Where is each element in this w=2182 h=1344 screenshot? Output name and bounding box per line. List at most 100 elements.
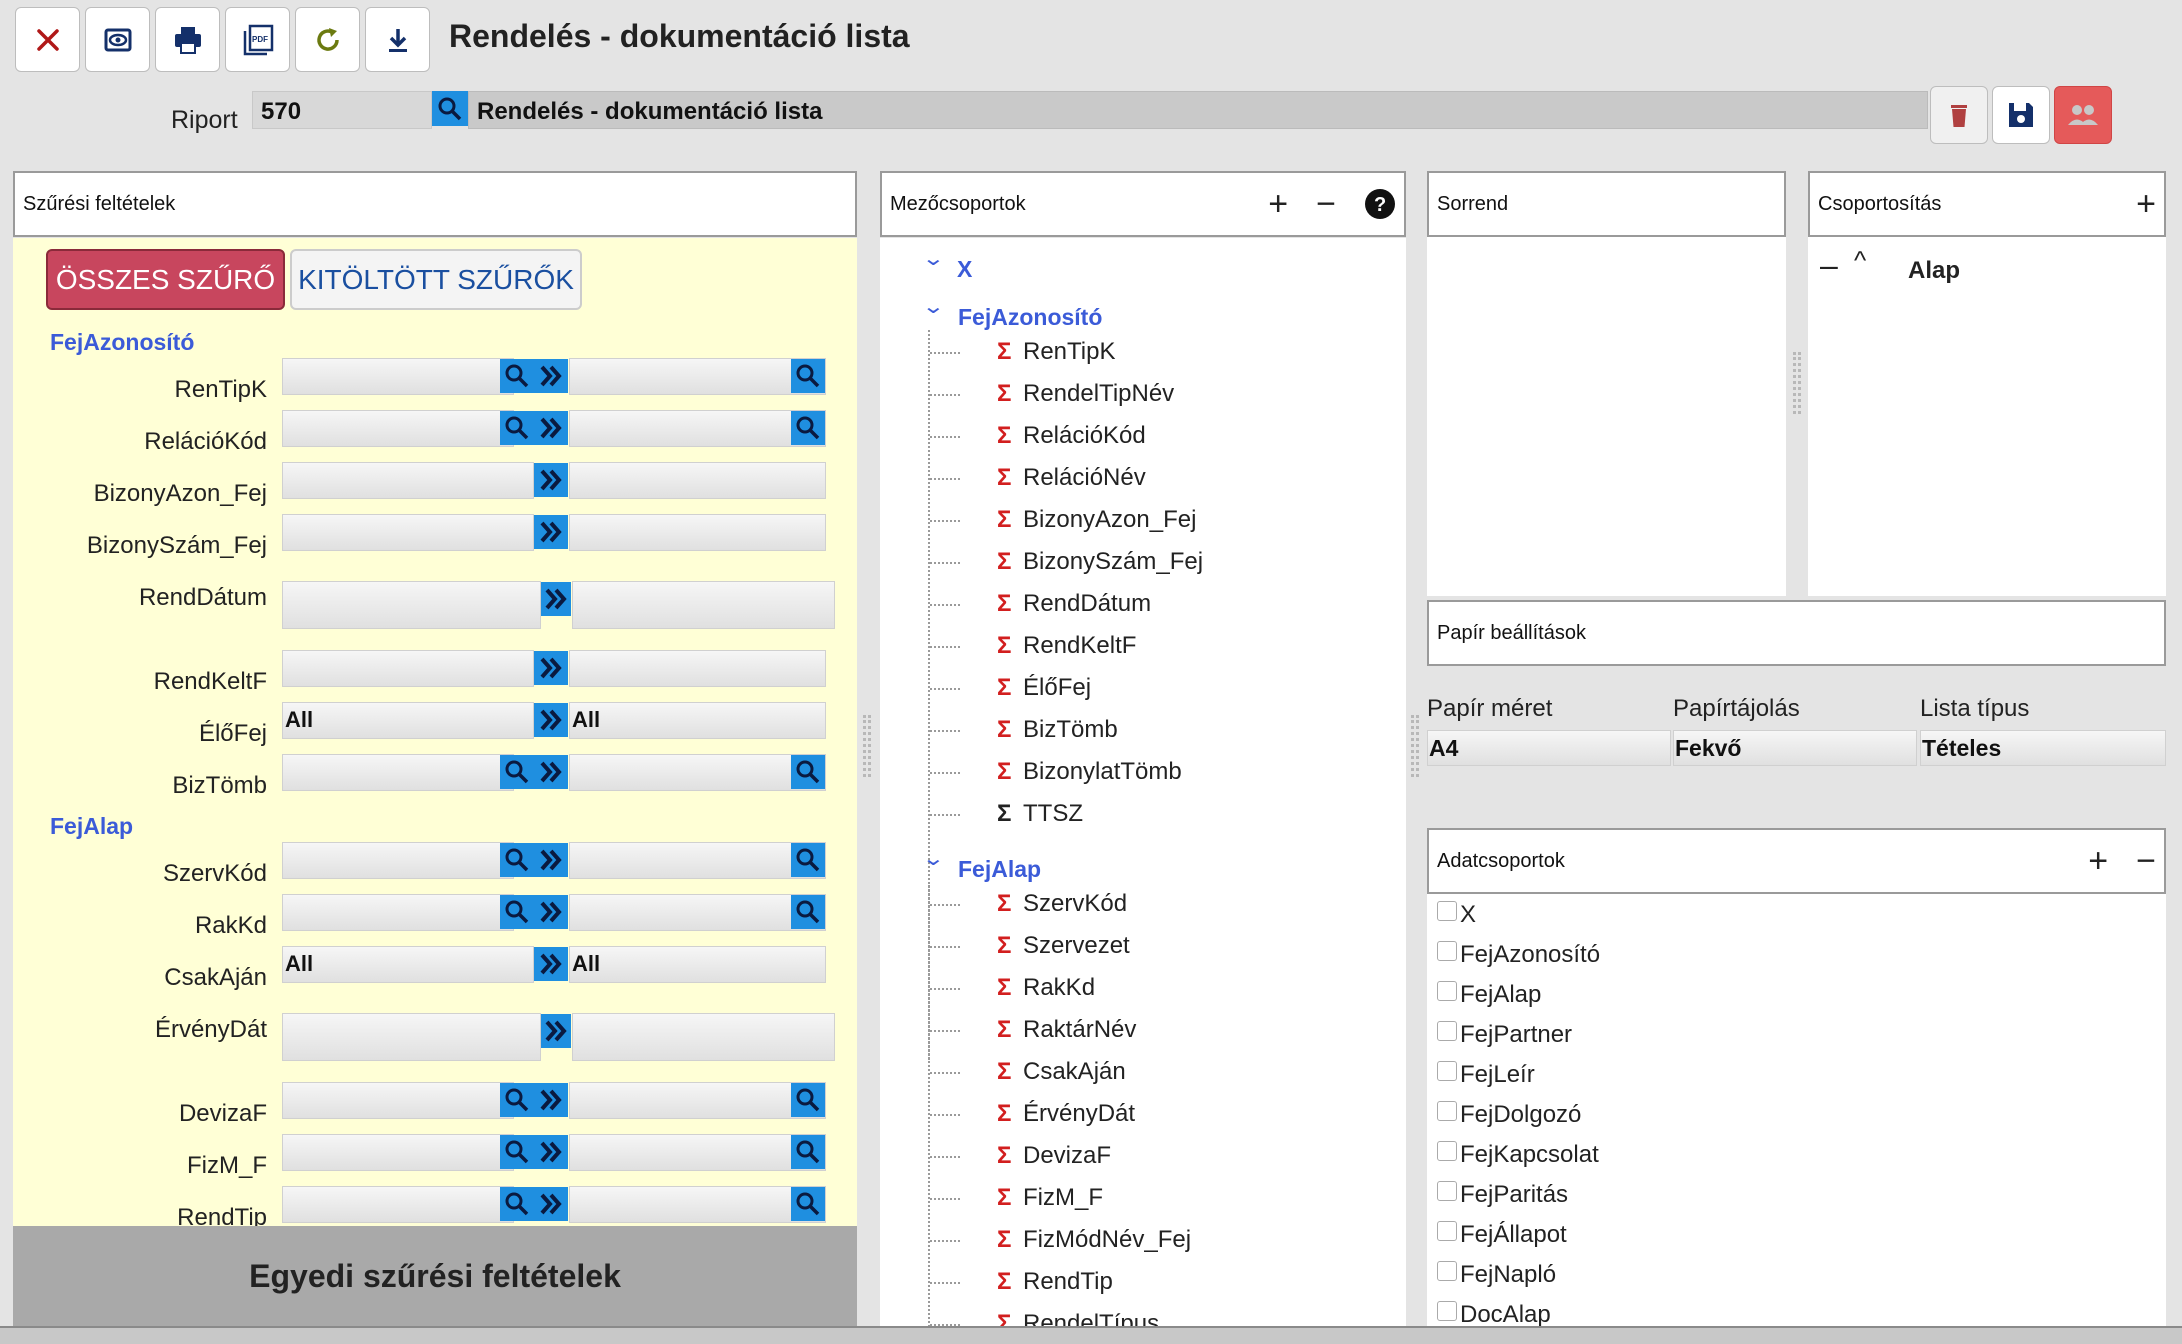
tree-item[interactable]: Σ FizM_F: [997, 1184, 1103, 1212]
filter-search-button[interactable]: [791, 843, 825, 877]
riport-search-button[interactable]: [432, 91, 468, 126]
filter-copy-button[interactable]: [534, 1083, 568, 1117]
filter-input-from[interactable]: [282, 1134, 514, 1171]
filter-search-button[interactable]: [500, 411, 534, 445]
paper-orientation-select[interactable]: Fekvő: [1673, 730, 1917, 766]
riport-name-field[interactable]: Rendelés - dokumentáció lista: [468, 91, 1928, 129]
tree-item[interactable]: Σ RendelTipNév: [997, 380, 1174, 408]
checkbox[interactable]: [1437, 981, 1457, 1001]
tree-item[interactable]: Σ BizonylatTömb: [997, 758, 1182, 786]
tree-item[interactable]: Σ RakKd: [997, 974, 1095, 1002]
tree-item[interactable]: Σ Szervezet: [997, 932, 1130, 960]
filter-search-button[interactable]: [500, 1135, 534, 1169]
filter-search-button[interactable]: [791, 411, 825, 445]
checkbox[interactable]: [1437, 1021, 1457, 1041]
riport-code-field[interactable]: 570: [252, 91, 432, 129]
custom-filters-button[interactable]: Egyedi szűrési feltételek: [13, 1226, 857, 1326]
tree-item[interactable]: Σ RendDátum: [997, 590, 1151, 618]
filter-input-from[interactable]: [282, 842, 514, 879]
filter-search-button[interactable]: [500, 1083, 534, 1117]
splitter-handle[interactable]: [863, 715, 871, 777]
filter-select-from[interactable]: All: [282, 946, 534, 983]
grouping-item[interactable]: Alap: [1908, 257, 1960, 285]
tree-item[interactable]: Σ ÉrvényDát: [997, 1100, 1135, 1128]
save-button[interactable]: [1992, 86, 2050, 144]
tree-item[interactable]: Σ RendelTípus: [997, 1310, 1159, 1326]
filter-select-from[interactable]: All: [282, 702, 534, 739]
tree-item[interactable]: Σ RenTipK: [997, 338, 1115, 366]
chevron-down-icon[interactable]: ⌄: [922, 294, 945, 319]
filter-input-from[interactable]: [282, 894, 514, 931]
filter-input-to[interactable]: [569, 1186, 826, 1223]
filter-input-from[interactable]: [282, 650, 534, 687]
filter-date-to[interactable]: [572, 581, 835, 629]
filter-copy-button[interactable]: [534, 703, 568, 737]
checkbox[interactable]: [1437, 1221, 1457, 1241]
remove-icon[interactable]: –: [1820, 247, 1838, 284]
chevron-down-icon[interactable]: ⌄: [922, 846, 945, 871]
tree-group-fejalap[interactable]: FejAlap: [958, 856, 1041, 883]
filter-copy-button[interactable]: [534, 515, 568, 549]
filter-input-from[interactable]: [282, 410, 514, 447]
tree-item[interactable]: Σ RendTip: [997, 1268, 1113, 1296]
filter-input-to[interactable]: [569, 842, 826, 879]
filter-copy-button[interactable]: [534, 1187, 568, 1221]
filter-input-from[interactable]: [282, 462, 534, 499]
filter-input-to[interactable]: [569, 1082, 826, 1119]
filter-search-button[interactable]: [500, 359, 534, 393]
help-icon[interactable]: ?: [1364, 188, 1396, 220]
filter-input-to[interactable]: [569, 1134, 826, 1171]
filter-copy-button[interactable]: [534, 947, 568, 981]
filter-select-to[interactable]: All: [569, 702, 826, 739]
filter-search-button[interactable]: [791, 1187, 825, 1221]
filter-date-from[interactable]: [282, 1013, 541, 1061]
filter-copy-button[interactable]: [534, 895, 568, 929]
tree-item[interactable]: Σ TTSZ: [997, 800, 1083, 828]
preview-button[interactable]: [85, 7, 150, 72]
refresh-button[interactable]: [295, 7, 360, 72]
filter-input-to[interactable]: [569, 462, 826, 499]
pdf-button[interactable]: PDF: [225, 7, 290, 72]
filter-copy-button[interactable]: [534, 359, 568, 393]
filter-search-button[interactable]: [791, 755, 825, 789]
checkbox[interactable]: [1437, 1301, 1457, 1321]
checkbox[interactable]: [1437, 1261, 1457, 1281]
filter-search-button[interactable]: [500, 755, 534, 789]
filter-copy-button[interactable]: [534, 843, 568, 877]
filter-input-from[interactable]: [282, 1186, 514, 1223]
download-button[interactable]: [365, 7, 430, 72]
checkbox[interactable]: [1437, 941, 1457, 961]
filter-select-to[interactable]: All: [569, 946, 826, 983]
share-users-button[interactable]: [2054, 86, 2112, 144]
add-icon[interactable]: +: [1268, 185, 1288, 224]
checkbox[interactable]: [1437, 1141, 1457, 1161]
filter-input-from[interactable]: [282, 358, 514, 395]
print-button[interactable]: [155, 7, 220, 72]
filter-search-button[interactable]: [500, 843, 534, 877]
tree-item[interactable]: Σ RelációKód: [997, 422, 1146, 450]
filter-search-button[interactable]: [500, 895, 534, 929]
add-icon[interactable]: +: [2088, 842, 2108, 881]
filter-copy-button[interactable]: [541, 582, 571, 616]
splitter-handle[interactable]: [1411, 715, 1419, 777]
filter-search-button[interactable]: [791, 895, 825, 929]
filter-input-to[interactable]: [569, 358, 826, 395]
tree-item[interactable]: Σ RelációNév: [997, 464, 1146, 492]
filter-input-to[interactable]: [569, 410, 826, 447]
tree-group-x[interactable]: X: [957, 256, 972, 283]
filter-input-from[interactable]: [282, 754, 514, 791]
filter-input-from[interactable]: [282, 1082, 514, 1119]
filter-input-to[interactable]: [569, 894, 826, 931]
checkbox[interactable]: [1437, 1181, 1457, 1201]
checkbox[interactable]: [1437, 901, 1457, 921]
all-filters-button[interactable]: ÖSSZES SZŰRŐ: [46, 249, 285, 310]
tree-item[interactable]: Σ BizTömb: [997, 716, 1118, 744]
filled-filters-button[interactable]: KITÖLTÖTT SZŰRŐK: [290, 249, 582, 310]
chevron-up-icon[interactable]: ^: [1854, 245, 1866, 276]
remove-icon[interactable]: −: [2136, 842, 2156, 881]
filter-copy-button[interactable]: [534, 1135, 568, 1169]
tree-item[interactable]: Σ BizonySzám_Fej: [997, 548, 1203, 576]
checkbox[interactable]: [1437, 1061, 1457, 1081]
close-button[interactable]: [15, 7, 80, 72]
filter-input-to[interactable]: [569, 514, 826, 551]
